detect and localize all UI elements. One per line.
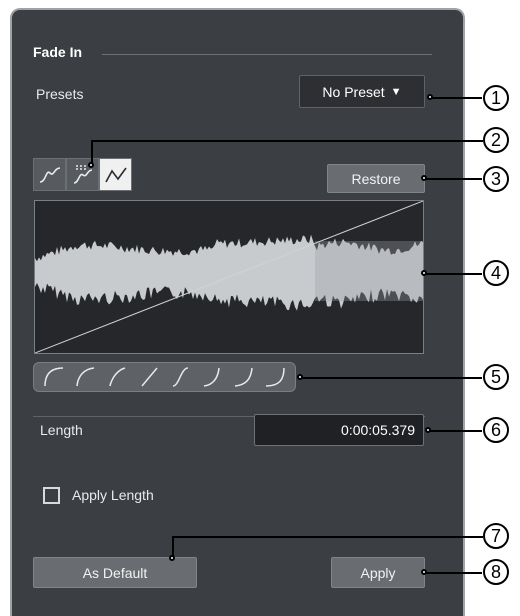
curve-preset-bar: [33, 362, 296, 392]
callout-line-3: [424, 178, 482, 180]
callout-drop-2: [91, 140, 93, 164]
apply-button[interactable]: Apply: [331, 557, 425, 588]
callout-number-6: 6: [483, 417, 509, 443]
curve-preset-1-button[interactable]: [40, 364, 68, 390]
curve-preset-6-icon: [203, 367, 220, 387]
linear-fade-icon: [104, 167, 127, 182]
s-curve-fade-icon: [39, 166, 60, 183]
curve-preset-7-icon: [234, 367, 253, 387]
presets-label: Presets: [36, 86, 84, 102]
length-label: Length: [40, 422, 83, 438]
callout-number-8: 8: [483, 559, 509, 585]
callout-dot-1: [427, 94, 433, 100]
restore-button[interactable]: Restore: [327, 164, 425, 193]
curve-preset-2-icon: [76, 367, 95, 387]
curve-preset-8-button[interactable]: [261, 364, 289, 390]
preset-dropdown[interactable]: No Preset ▼: [299, 75, 425, 108]
callout-number-1: 1: [483, 85, 509, 111]
section-title: Fade In: [33, 44, 83, 60]
callout-dot-8: [421, 569, 427, 575]
apply-length-checkbox[interactable]: [43, 487, 60, 504]
callout-line-4: [424, 273, 482, 275]
curve-preset-8-icon: [266, 367, 285, 387]
callout-dot-4: [421, 270, 427, 276]
callout-number-2: 2: [483, 127, 509, 153]
curve-preset-7-button[interactable]: [230, 364, 258, 390]
curve-preset-2-button[interactable]: [71, 364, 99, 390]
callout-line-8: [424, 572, 482, 574]
callout-line-5: [300, 377, 482, 379]
linear-fade-button[interactable]: [99, 158, 132, 191]
callout-line-7: [173, 536, 483, 538]
callout-line-1: [430, 97, 482, 99]
s-curve-fade-button[interactable]: [33, 158, 66, 191]
curve-preset-4-icon: [141, 367, 158, 387]
curve-preset-6-button[interactable]: [198, 364, 226, 390]
as-default-button[interactable]: As Default: [33, 557, 197, 588]
callout-number-4: 4: [483, 260, 509, 286]
callout-dot-3: [421, 175, 427, 181]
callout-dot-5: [297, 374, 303, 380]
callout-number-3: 3: [483, 166, 509, 192]
waveform-display[interactable]: [34, 200, 424, 354]
callout-number-5: 5: [483, 364, 509, 390]
curve-preset-3-icon: [109, 367, 126, 387]
waveform-tail-shade: [315, 241, 423, 301]
curve-preset-5-button[interactable]: [166, 364, 194, 390]
curve-preset-1-icon: [44, 367, 63, 387]
chevron-down-icon: ▼: [390, 85, 402, 98]
curve-preset-3-button[interactable]: [103, 364, 131, 390]
callout-line-6: [428, 430, 482, 432]
dithered-fade-button[interactable]: [66, 158, 99, 191]
length-field[interactable]: 0:00:05.379: [254, 414, 424, 446]
title-divider: [102, 54, 432, 55]
callout-dot-2: [88, 162, 94, 168]
callout-number-7: 7: [483, 523, 509, 549]
callout-line-2: [92, 140, 483, 142]
fade-type-buttons: [33, 158, 132, 191]
preset-value: No Preset: [322, 83, 385, 100]
callout-dot-7: [169, 555, 175, 561]
curve-preset-4-button[interactable]: [135, 364, 163, 390]
callout-dot-6: [425, 427, 431, 433]
curve-preset-5-icon: [173, 367, 189, 387]
apply-length-label: Apply Length: [72, 487, 154, 503]
waveform-graphic: [34, 200, 424, 354]
